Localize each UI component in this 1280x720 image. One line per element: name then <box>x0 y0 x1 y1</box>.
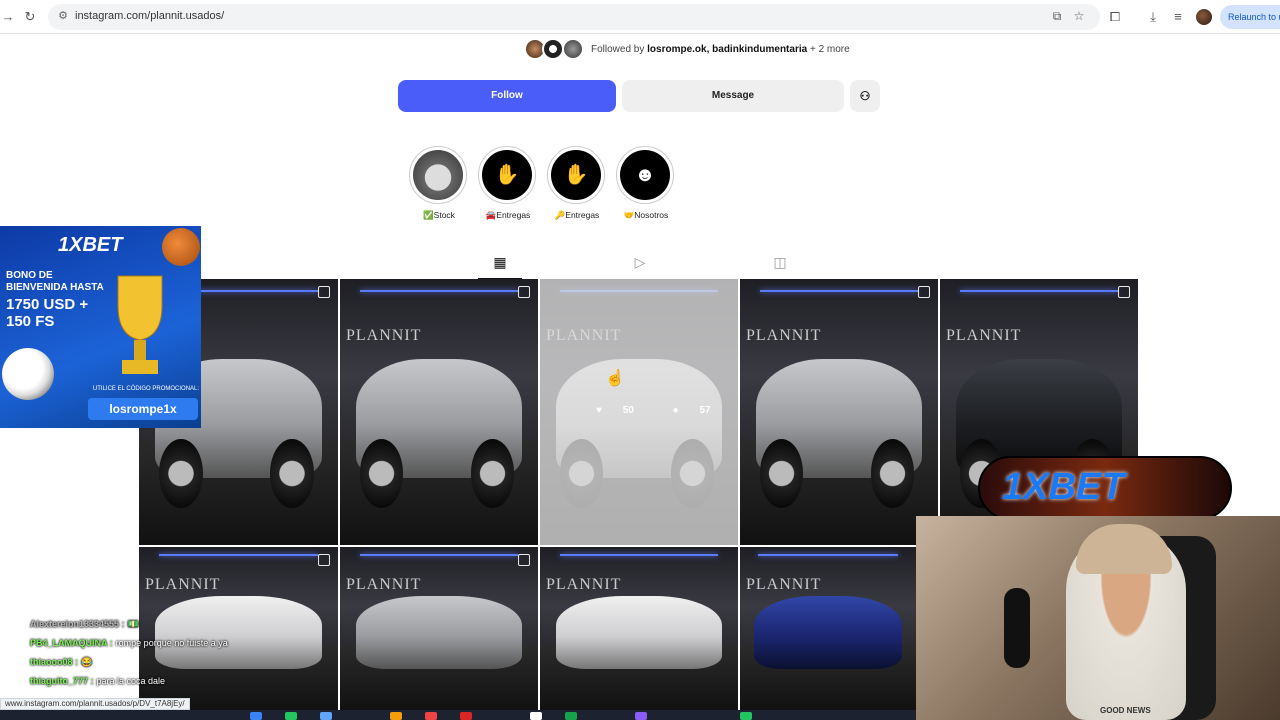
comment-icon: ● <box>672 405 679 416</box>
taskbar-app-icon[interactable] <box>530 712 542 720</box>
highlight-label: 🤝Nosotros <box>623 210 669 220</box>
ad-promo-code: losrompe1x <box>88 398 198 420</box>
soccer-ball-icon <box>2 348 54 400</box>
url-text[interactable]: instagram.com/plannit.usados/ <box>75 10 224 22</box>
tagged-icon: ◫ <box>773 254 787 270</box>
follow-button[interactable]: Follow <box>398 80 616 112</box>
taskbar-app-icon[interactable] <box>285 712 297 720</box>
group-icon: ☻ <box>620 150 670 200</box>
tab-tagged[interactable]: ◫ <box>770 252 790 272</box>
taskbar-app-icon[interactable] <box>425 712 437 720</box>
highlight-label: 🚘Entregas <box>485 210 531 220</box>
ad-promo-caption: UTILICE EL CÓDIGO PROMOCIONAL: <box>92 386 200 392</box>
ad-amount: 1750 USD + 150 FS <box>6 296 89 330</box>
taskbar-app-icon[interactable] <box>320 712 332 720</box>
site-info-icon[interactable]: ⚙ <box>56 9 70 23</box>
chat-message: thiaguito_777 : para la coca dale <box>30 676 166 686</box>
highlight-label: 🔑Entregas <box>554 210 600 220</box>
likes-count: ♥ 50 <box>596 405 634 416</box>
suggested-users-button[interactable]: ⚇ <box>850 80 880 112</box>
highlight-label: ✅Stock <box>423 210 455 220</box>
ad-brand: 1XBET <box>58 234 123 256</box>
microphone-icon <box>1004 588 1030 668</box>
stream-chat: Alextereion13334555 : 💵 PB4_LAMAQUINA : ro… <box>30 619 290 695</box>
chat-message: PB4_LAMAQUINA : rompe porque no fuiste a … <box>30 638 228 648</box>
post-image: PLANNIT <box>740 279 938 545</box>
reload-icon[interactable]: ↻ <box>22 9 38 25</box>
carousel-icon <box>318 554 330 566</box>
carousel-icon <box>518 554 530 566</box>
highlight-stock[interactable]: ✅Stock <box>409 146 469 221</box>
car-icon <box>413 150 463 200</box>
ad-banner-left: 1XBET BONO DE BIENVENIDA HASTA 1750 USD … <box>0 226 201 428</box>
grid-icon: ▦ <box>493 254 507 270</box>
post-image: PLANNIT <box>740 547 916 710</box>
address-bar[interactable]: ⚙ instagram.com/plannit.usados/ ⧉ ☆ <box>48 4 1100 30</box>
forward-icon[interactable]: → <box>0 9 16 25</box>
ad-banner-right: 1XBET <box>978 456 1232 520</box>
chat-message: Alextereion13334555 : 💵 <box>30 619 139 629</box>
taskbar-app-icon[interactable] <box>460 712 472 720</box>
mouse-cursor-icon: ☝ <box>605 370 625 387</box>
message-button[interactable]: Message <box>622 80 844 112</box>
tab-reels[interactable]: ▷ <box>630 252 650 272</box>
taskbar-app-icon[interactable] <box>740 712 752 720</box>
relaunch-button[interactable]: Relaunch to u <box>1220 5 1280 29</box>
key-hand-icon: ✋ <box>482 150 532 200</box>
carousel-icon <box>918 286 930 298</box>
chat-message: thiaooo08 : 😂 <box>30 657 93 667</box>
post-stats: ♥ 50 ● 57 <box>596 405 738 416</box>
followed-by-text: Followed by losrompe.ok, badinkindumenta… <box>591 44 850 55</box>
post-tile-hovered[interactable]: PLANNIT ♥ 50 ● 57 <box>540 279 738 545</box>
add-user-icon: ⚇ <box>859 89 871 103</box>
webcam-overlay: GOOD NEWS <box>916 516 1280 720</box>
taskbar-app-icon[interactable] <box>250 712 262 720</box>
carousel-icon <box>1118 286 1130 298</box>
post-tile[interactable]: PLANNIT <box>340 547 538 710</box>
avatar <box>542 38 564 60</box>
tab-posts[interactable]: ▦ <box>490 252 510 272</box>
extensions-icon[interactable]: ⧠ <box>1107 9 1123 25</box>
taskbar-app-icon[interactable] <box>635 712 647 720</box>
media-control-icon[interactable]: ≡ <box>1170 9 1186 25</box>
shirt-text: GOOD NEWS <box>1100 706 1151 715</box>
install-app-icon[interactable]: ⧉ <box>1050 9 1064 23</box>
trophy-icon <box>117 275 163 374</box>
post-tile[interactable]: PLANNIT <box>540 547 738 710</box>
highlight-nosotros[interactable]: ☻ 🤝Nosotros <box>616 146 676 221</box>
highlight-entregas-1[interactable]: ✋ 🚘Entregas <box>478 146 538 221</box>
key-hand-icon: ✋ <box>551 150 601 200</box>
avatar <box>562 38 584 60</box>
post-image: PLANNIT <box>540 547 738 710</box>
taskbar-app-icon[interactable] <box>565 712 577 720</box>
screen: → ↻ ⚙ instagram.com/plannit.usados/ ⧉ ☆ … <box>0 0 1280 720</box>
reels-icon: ▷ <box>634 254 646 270</box>
post-tile[interactable]: PLANNIT <box>340 279 538 545</box>
post-image: PLANNIT <box>340 547 538 710</box>
bookmark-star-icon[interactable]: ☆ <box>1072 9 1086 23</box>
post-tile[interactable]: PLANNIT <box>740 547 916 710</box>
basketball-icon <box>162 228 200 266</box>
browser-toolbar: → ↻ ⚙ instagram.com/plannit.usados/ ⧉ ☆ … <box>0 0 1280 34</box>
taskbar <box>0 710 916 720</box>
ad-brand: 1XBET <box>1002 466 1125 508</box>
ad-headline: BONO DE BIENVENIDA HASTA <box>6 270 104 293</box>
taskbar-app-icon[interactable] <box>390 712 402 720</box>
post-tile[interactable]: PLANNIT <box>740 279 938 545</box>
post-image: PLANNIT <box>340 279 538 545</box>
carousel-icon <box>318 286 330 298</box>
heart-icon: ♥ <box>596 405 602 416</box>
comments-count: ● 57 <box>672 405 711 416</box>
profile-avatar[interactable] <box>1196 9 1212 25</box>
carousel-icon <box>518 286 530 298</box>
download-icon[interactable]: ⤓ <box>1145 9 1161 25</box>
status-bar-url: www.instagram.com/plannit.usados/p/DV_t7… <box>0 698 190 710</box>
highlight-entregas-2[interactable]: ✋ 🔑Entregas <box>547 146 607 221</box>
